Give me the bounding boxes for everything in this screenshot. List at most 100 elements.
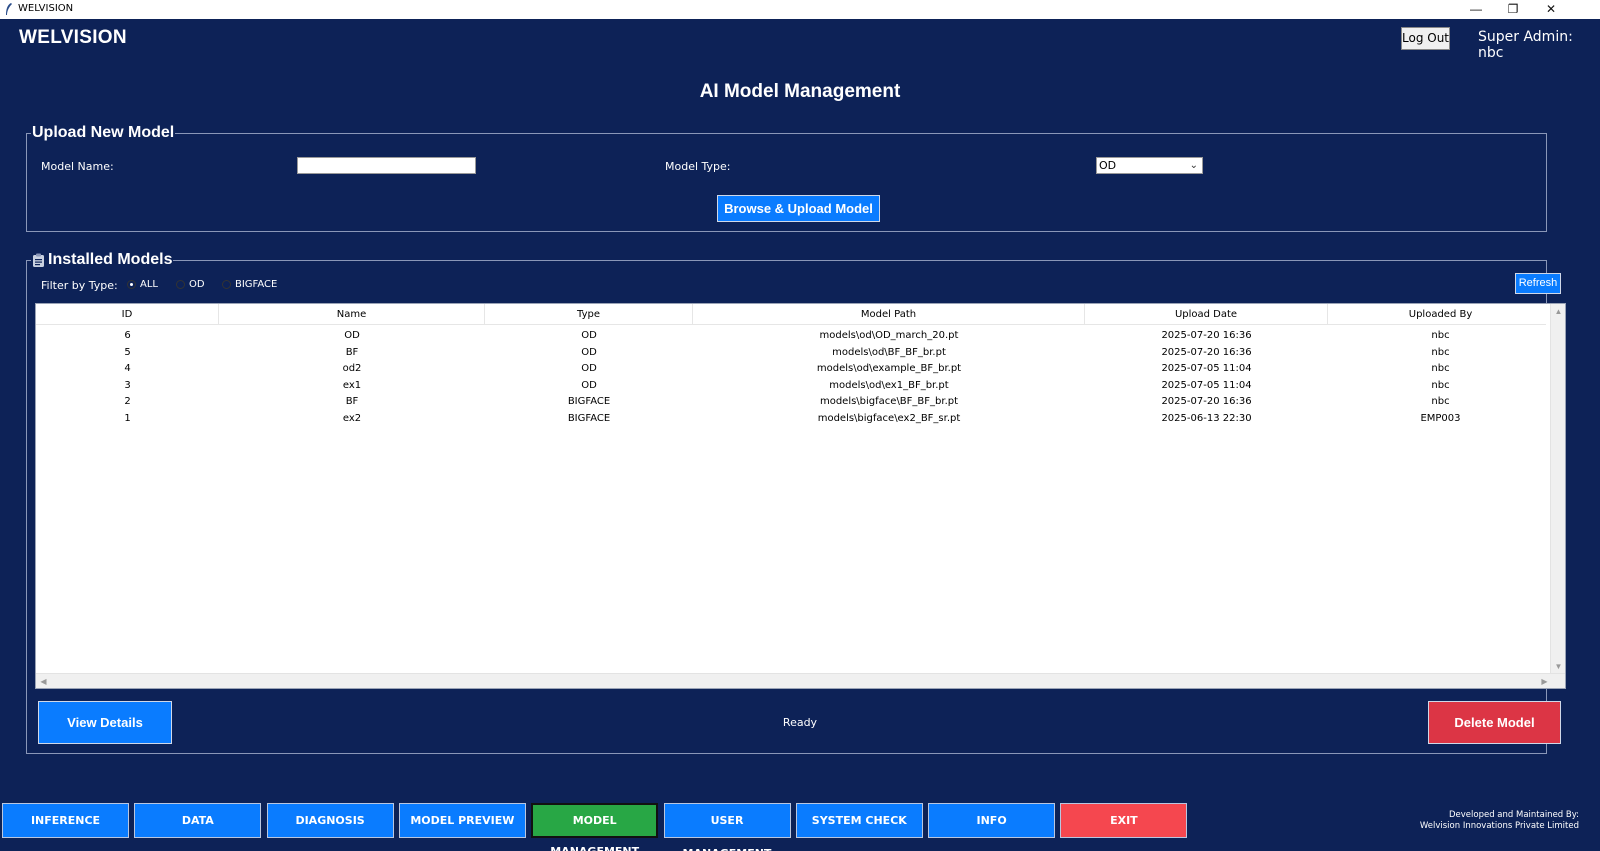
- clipboard-icon: [33, 253, 44, 267]
- filter-bigface-label: BIGFACE: [235, 279, 278, 290]
- cell-model-path: models\od\ex1_BF_br.pt: [829, 379, 949, 391]
- nav-inference-button[interactable]: INFERENCE: [2, 803, 129, 838]
- nav-exit-button[interactable]: EXIT: [1060, 803, 1188, 838]
- delete-model-button[interactable]: Delete Model: [1428, 701, 1561, 744]
- brand-title: WELVISION: [19, 27, 127, 48]
- nav-info-button[interactable]: INFO: [928, 803, 1056, 838]
- filter-label: Filter by Type:: [41, 279, 118, 292]
- table-row[interactable]: 4 od2 OD models\od\example_BF_br.pt 2025-07-…: [36, 361, 1546, 377]
- radio-unselected-icon: [176, 280, 185, 289]
- table-row[interactable]: 3 ex1 OD models\od\ex1_BF_br.pt 2025-07-05 1…: [36, 378, 1546, 394]
- cell-model-path: models\od\OD_march_20.pt: [819, 330, 959, 341]
- cell-upload-date: 2025-07-05 11:04: [1161, 363, 1252, 375]
- cell-type: OD: [581, 379, 597, 391]
- cell-upload-date: 2025-07-05 11:04: [1161, 379, 1252, 391]
- restore-icon[interactable]: ❐: [1494, 0, 1532, 19]
- cell-model-path: models\od\BF_BF_br.pt: [832, 346, 946, 358]
- cell-id: 5: [124, 346, 131, 358]
- logout-button[interactable]: Log Out: [1401, 27, 1450, 50]
- close-icon[interactable]: ✕: [1532, 0, 1570, 19]
- model-type-select[interactable]: OD ⌄: [1096, 157, 1203, 174]
- footer-credit: Developed and Maintained By: Welvision I…: [1420, 810, 1579, 832]
- table-row[interactable]: 5 BF OD models\od\BF_BF_br.pt 2025-07-20 16:…: [36, 345, 1546, 361]
- cell-type: BIGFACE: [567, 413, 611, 424]
- column-header-id[interactable]: ID: [36, 304, 219, 325]
- cell-upload-date: 2025-07-20 16:36: [1161, 396, 1252, 408]
- installed-group-title: Installed Models: [48, 251, 173, 268]
- model-name-input[interactable]: [297, 157, 476, 174]
- cell-type: OD: [581, 346, 597, 358]
- cell-id: 1: [124, 413, 131, 424]
- chevron-down-icon: ⌄: [1189, 160, 1198, 171]
- models-table[interactable]: ID Name Type Model Path Upload Date Uplo…: [35, 303, 1566, 689]
- radio-unselected-icon: [222, 280, 231, 289]
- radio-selected-icon: [127, 280, 136, 289]
- model-type-value: OD: [1099, 159, 1117, 172]
- cell-type: OD: [581, 330, 597, 341]
- filter-all-radio[interactable]: ALL: [127, 279, 158, 290]
- column-header-uploaded-by[interactable]: Uploaded By: [1328, 304, 1553, 325]
- cell-uploaded-by: nbc: [1431, 379, 1450, 391]
- cell-type: BIGFACE: [567, 396, 611, 408]
- upload-model-group: Upload New Model Model Name: Model Type:…: [26, 124, 1547, 232]
- installed-group-label: Installed Models: [31, 251, 174, 269]
- cell-id: 4: [124, 363, 131, 375]
- model-type-label: Model Type:: [665, 160, 731, 173]
- cell-name: od2: [342, 363, 362, 375]
- footer-line2: Welvision Innovations Private Limited: [1419, 821, 1579, 831]
- feather-icon: [6, 3, 12, 15]
- cell-id: 6: [124, 330, 131, 341]
- cell-name: ex1: [342, 379, 362, 391]
- filter-od-label: OD: [189, 279, 205, 290]
- cell-uploaded-by: nbc: [1431, 346, 1450, 358]
- browse-upload-button[interactable]: Browse & Upload Model: [717, 195, 880, 222]
- cell-model-path: models\bigface\ex2_BF_sr.pt: [817, 413, 961, 424]
- cell-name: ex2: [342, 413, 362, 424]
- scroll-right-icon[interactable]: ▶: [1537, 674, 1552, 688]
- nav-diagnosis-button[interactable]: DIAGNOSIS: [266, 803, 394, 838]
- horizontal-scrollbar[interactable]: ◀ ▶: [36, 673, 1565, 688]
- cell-type: OD: [581, 363, 597, 375]
- cell-uploaded-by: nbc: [1431, 396, 1450, 408]
- table-header: ID Name Type Model Path Upload Date Uplo…: [36, 304, 1546, 325]
- filter-all-label: ALL: [140, 279, 158, 290]
- column-header-model-path[interactable]: Model Path: [693, 304, 1085, 325]
- vertical-scrollbar[interactable]: ▲ ▼: [1550, 304, 1565, 674]
- nav-data-button[interactable]: DATA: [134, 803, 262, 838]
- filter-bigface-radio[interactable]: BIGFACE: [222, 279, 277, 290]
- cell-id: 2: [124, 396, 131, 408]
- filter-od-radio[interactable]: OD: [176, 279, 205, 290]
- table-row[interactable]: 1 ex2 BIGFACE models\bigface\ex2_BF_sr.pt 20…: [36, 411, 1546, 427]
- column-header-type[interactable]: Type: [485, 304, 693, 325]
- scroll-down-icon[interactable]: ▼: [1551, 659, 1565, 674]
- cell-uploaded-by: nbc: [1431, 330, 1450, 341]
- refresh-button[interactable]: Refresh: [1515, 273, 1561, 294]
- nav-model-preview-button[interactable]: MODEL PREVIEW: [398, 803, 526, 838]
- upload-group-label: Upload New Model: [31, 124, 176, 142]
- footer-line1: Developed and Maintained By:: [1448, 810, 1579, 820]
- nav-system-check-button[interactable]: SYSTEM CHECK: [795, 803, 923, 838]
- nav-user-management-button[interactable]: USER MANAGEMENT: [663, 803, 791, 851]
- cell-model-path: models\bigface\BF_BF_br.pt: [819, 396, 959, 408]
- page-title: AI Model Management: [699, 81, 901, 102]
- table-row[interactable]: 6 OD OD models\od\OD_march_20.pt 2025-07-20 …: [36, 328, 1546, 344]
- cell-model-path: models\od\example_BF_br.pt: [816, 363, 962, 375]
- minimize-icon[interactable]: —: [1457, 0, 1495, 19]
- cell-name: BF: [345, 396, 359, 408]
- model-name-label: Model Name:: [41, 160, 114, 173]
- scroll-up-icon[interactable]: ▲: [1551, 304, 1565, 319]
- scroll-left-icon[interactable]: ◀: [36, 674, 51, 688]
- window-titlebar: WELVISION — ❐ ✕: [0, 0, 1600, 19]
- window-title: WELVISION: [18, 3, 74, 14]
- cell-upload-date: 2025-06-13 22:30: [1161, 413, 1252, 424]
- cell-name: BF: [345, 346, 359, 358]
- cell-upload-date: 2025-07-20 16:36: [1161, 330, 1252, 341]
- nav-model-management-button[interactable]: MODEL MANAGEMENT: [531, 803, 659, 851]
- cell-upload-date: 2025-07-20 16:36: [1161, 346, 1252, 358]
- table-row[interactable]: 2 BF BIGFACE models\bigface\BF_BF_br.pt 2025…: [36, 394, 1546, 410]
- view-details-button[interactable]: View Details: [38, 701, 172, 744]
- column-header-upload-date[interactable]: Upload Date: [1085, 304, 1328, 325]
- column-header-name[interactable]: Name: [219, 304, 485, 325]
- cell-name: OD: [344, 330, 360, 341]
- cell-id: 3: [124, 379, 131, 391]
